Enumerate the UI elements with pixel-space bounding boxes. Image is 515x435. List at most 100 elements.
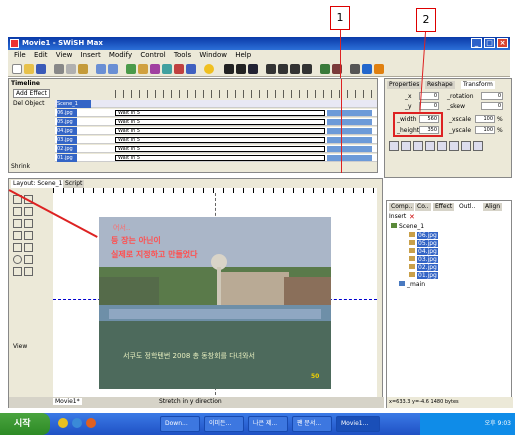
skew-field[interactable]: 0 bbox=[481, 102, 503, 110]
outline-main[interactable]: _main bbox=[399, 281, 425, 288]
transform-btn-6[interactable] bbox=[449, 141, 459, 151]
timeline-row[interactable]: 03.jpg Wait In 5 bbox=[55, 136, 377, 144]
xscale-field[interactable]: 100 bbox=[475, 115, 495, 123]
tab-transform[interactable]: Transform bbox=[461, 81, 495, 89]
outline-item[interactable]: 03.jpg bbox=[409, 256, 438, 263]
timeline-row[interactable]: 04.jpg Wait In 5 bbox=[55, 127, 377, 135]
transform-btn-1[interactable] bbox=[389, 141, 399, 151]
row-bar[interactable] bbox=[327, 119, 372, 125]
play-icon[interactable] bbox=[224, 64, 234, 74]
task-button[interactable]: 팬 문서... bbox=[292, 416, 332, 432]
pencil-tool-icon[interactable] bbox=[13, 231, 22, 240]
tab-script[interactable]: Script bbox=[63, 180, 85, 188]
tab-reshape[interactable]: Reshape bbox=[425, 81, 455, 89]
tab-align[interactable]: Align bbox=[483, 203, 503, 211]
timeline-row[interactable]: 06.jpg Wait In 5 bbox=[55, 109, 377, 117]
line-tool-icon[interactable] bbox=[13, 243, 22, 252]
row-effect[interactable]: Wait In 5 bbox=[115, 137, 325, 143]
maximize-button[interactable]: □ bbox=[484, 38, 495, 48]
menu-insert[interactable]: Insert bbox=[81, 51, 101, 59]
rewind-icon[interactable] bbox=[266, 64, 276, 74]
test-icon[interactable] bbox=[320, 64, 330, 74]
hand-tool-icon[interactable] bbox=[13, 267, 22, 276]
outline-item[interactable]: 04.jpg bbox=[409, 248, 438, 255]
tool-icon-3[interactable] bbox=[150, 64, 160, 74]
new-file-icon[interactable] bbox=[12, 64, 22, 74]
rotation-field[interactable]: 0 bbox=[481, 92, 503, 100]
redo-icon[interactable] bbox=[108, 64, 118, 74]
stop-icon[interactable] bbox=[236, 64, 246, 74]
copy-icon[interactable] bbox=[66, 64, 76, 74]
forward-icon[interactable] bbox=[302, 64, 312, 74]
delete-icon[interactable]: ✕ bbox=[409, 213, 415, 221]
tab-outline[interactable]: Outl.. bbox=[457, 203, 478, 211]
save-icon[interactable] bbox=[36, 64, 46, 74]
tool-icon-6[interactable] bbox=[186, 64, 196, 74]
transform-btn-5[interactable] bbox=[437, 141, 447, 151]
tab-co[interactable]: Co.. bbox=[415, 203, 431, 211]
row-bar[interactable] bbox=[327, 155, 372, 161]
outline-item[interactable]: 06.jpg bbox=[409, 232, 438, 239]
rectangle-tool-icon[interactable] bbox=[24, 255, 33, 264]
tool-icon-2[interactable] bbox=[138, 64, 148, 74]
x-field[interactable]: 0 bbox=[419, 92, 439, 100]
row-bar[interactable] bbox=[327, 128, 372, 134]
timeline-row[interactable]: 05.jpg Wait In 5 bbox=[55, 118, 377, 126]
outline-item[interactable]: 02.jpg bbox=[409, 264, 438, 271]
task-button[interactable]: Down... bbox=[160, 416, 200, 432]
menu-control[interactable]: Control bbox=[140, 51, 165, 59]
pen-tool-icon[interactable] bbox=[24, 231, 33, 240]
undo-icon[interactable] bbox=[96, 64, 106, 74]
row-bar[interactable] bbox=[327, 110, 372, 116]
insert-button[interactable]: Insert bbox=[389, 213, 406, 220]
tab-layout[interactable]: Layout: Scene_1 bbox=[11, 180, 65, 188]
tab-properties[interactable]: Properties bbox=[387, 81, 422, 89]
media-icon[interactable] bbox=[86, 418, 96, 428]
transform-tool-icon[interactable] bbox=[13, 207, 22, 216]
row-effect[interactable]: Wait In 5 bbox=[115, 110, 325, 116]
menu-window[interactable]: Window bbox=[199, 51, 227, 59]
start-button[interactable]: 시작 bbox=[0, 413, 50, 435]
task-button-active[interactable]: Movie1... bbox=[336, 416, 380, 432]
ie-icon[interactable] bbox=[72, 418, 82, 428]
transform-btn-7[interactable] bbox=[461, 141, 471, 151]
timeline-row[interactable]: 01.jpg Wait In 5 bbox=[55, 154, 377, 162]
timeline-tab[interactable]: Timeline bbox=[11, 80, 40, 87]
row-effect[interactable]: Wait In 5 bbox=[115, 119, 325, 125]
photo-image[interactable]: 어서.. 등 장는 아닌이 실제로 지정하고 만들었다 서쿠도 정학텐번 200… bbox=[99, 217, 331, 389]
transform-btn-8[interactable] bbox=[473, 141, 483, 151]
cut-icon[interactable] bbox=[54, 64, 64, 74]
menu-file[interactable]: File bbox=[14, 51, 26, 59]
swf-export-icon[interactable] bbox=[374, 64, 384, 74]
next-frame-icon[interactable] bbox=[290, 64, 300, 74]
tool-icon-4[interactable] bbox=[162, 64, 172, 74]
timeline-row[interactable]: 02.jpg Wait In 5 bbox=[55, 145, 377, 153]
yscale-field[interactable]: 100 bbox=[475, 126, 495, 134]
text-tool-icon[interactable] bbox=[24, 243, 33, 252]
scene-tab[interactable]: Movie1* bbox=[53, 398, 82, 405]
quicklaunch-icon[interactable] bbox=[58, 418, 68, 428]
tab-component[interactable]: Comp.. bbox=[389, 203, 415, 211]
frame-ruler[interactable] bbox=[115, 90, 377, 98]
add-effect-button[interactable]: Add Effect bbox=[13, 89, 50, 98]
transform-btn-4[interactable] bbox=[425, 141, 435, 151]
menu-tools[interactable]: Tools bbox=[174, 51, 191, 59]
menu-help[interactable]: Help bbox=[235, 51, 251, 59]
fill-transform-tool-icon[interactable] bbox=[24, 207, 33, 216]
timeline-scene-row[interactable]: Scene_1 bbox=[55, 100, 377, 108]
row-effect[interactable]: Wait In 5 bbox=[115, 155, 325, 161]
tool-icon-1[interactable] bbox=[126, 64, 136, 74]
outline-item[interactable]: 05.jpg bbox=[409, 240, 438, 247]
row-bar[interactable] bbox=[327, 137, 372, 143]
row-effect[interactable]: Wait In 5 bbox=[115, 128, 325, 134]
crop-tool-icon[interactable] bbox=[13, 219, 22, 228]
row-bar[interactable] bbox=[327, 146, 372, 152]
paste-icon[interactable] bbox=[78, 64, 88, 74]
shrink-toggle[interactable]: Shrink bbox=[11, 163, 30, 170]
zoom-icon[interactable] bbox=[350, 64, 360, 74]
menu-modify[interactable]: Modify bbox=[109, 51, 132, 59]
task-button[interactable]: 나은 제... bbox=[248, 416, 288, 432]
transform-btn-2[interactable] bbox=[401, 141, 411, 151]
prev-frame-icon[interactable] bbox=[278, 64, 288, 74]
step-icon[interactable] bbox=[248, 64, 258, 74]
